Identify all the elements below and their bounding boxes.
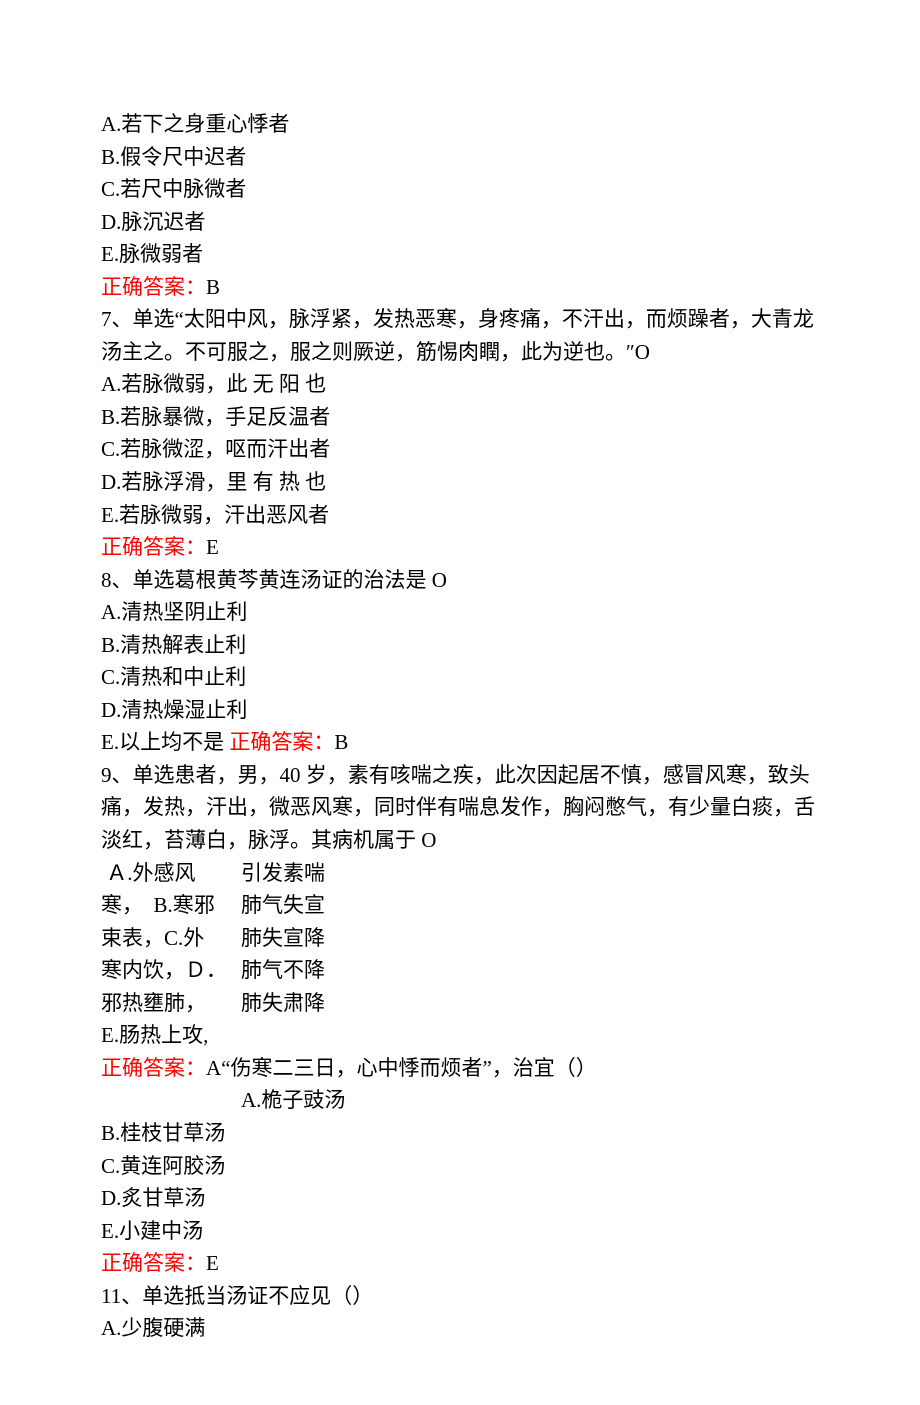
q10-option-b: B.桂枝甘草汤 bbox=[101, 1117, 819, 1150]
answer-value: B bbox=[334, 730, 348, 754]
q10-option-e: E.小建中汤 bbox=[101, 1215, 819, 1248]
q8-option-a: A.清热坚阴止利 bbox=[101, 596, 819, 629]
q9-col1-b: 寒， B.寒邪 bbox=[101, 889, 241, 922]
answer-label: 正确答案： bbox=[101, 1251, 206, 1275]
q6-option-c: C.若尺中脉微者 bbox=[101, 173, 819, 206]
q9-col1-d: 寒内饮，Ｄ． bbox=[101, 954, 241, 987]
q9-stem-line-3: 淡红，苔薄白，脉浮。其病机属于 O bbox=[101, 824, 819, 857]
q6-option-d: D.脉沉迟者 bbox=[101, 206, 819, 239]
q9-stem-line-1: 9、单选患者，男，40 岁，素有咳喘之疾，此次因起居不慎，感冒风寒，致头 bbox=[101, 759, 819, 792]
q7-stem-line-2: 汤主之。不可服之，服之则厥逆，筋惕肉瞤，此为逆也。″O bbox=[101, 336, 819, 369]
q7-answer: 正确答案：E bbox=[101, 531, 819, 564]
q10-answer: 正确答案：E bbox=[101, 1247, 819, 1280]
q9-option-f: E.肠热上攻, bbox=[101, 1019, 819, 1052]
q9-stem-line-2: 痛，发热，汗出，微恶风寒，同时伴有喘息发作，胸闷憋气，有少量白痰，舌 bbox=[101, 791, 819, 824]
q9-row-d: 寒内饮，Ｄ．肺气不降 bbox=[101, 954, 819, 987]
q9-row-b: 寒， B.寒邪肺气失宣 bbox=[101, 889, 819, 922]
answer-label: 正确答案： bbox=[101, 1056, 206, 1080]
answer-label: 正确答案： bbox=[229, 730, 334, 754]
q8-stem: 8、单选葛根黄芩黄连汤证的治法是 O bbox=[101, 564, 819, 597]
q7-option-a: A.若脉微弱，此 无 阳 也 bbox=[101, 368, 819, 401]
q8-option-e-answer: E.以上均不是 正确答案：B bbox=[101, 726, 819, 759]
q9-col2-e: 肺失肃降 bbox=[241, 991, 325, 1015]
q6-answer: 正确答案：B bbox=[101, 271, 819, 304]
q7-option-c: C.若脉微涩，呕而汗出者 bbox=[101, 433, 819, 466]
q9-col2-b: 肺气失宣 bbox=[241, 893, 325, 917]
q9-row-c: 束表，C.外肺失宣降 bbox=[101, 922, 819, 955]
q10-option-d: D.炙甘草汤 bbox=[101, 1182, 819, 1215]
q9-col2-d: 肺气不降 bbox=[241, 958, 325, 982]
q9-col2-a: 引发素喘 bbox=[241, 861, 325, 885]
answer-value: A bbox=[206, 1056, 221, 1080]
q10-option-a: A.桅子豉汤 bbox=[101, 1084, 819, 1117]
q9-row-a: Ａ.外感风引发素喘 bbox=[101, 857, 819, 890]
answer-value: E bbox=[206, 535, 219, 559]
q8-option-d: D.清热燥湿止利 bbox=[101, 694, 819, 727]
answer-label: 正确答案： bbox=[101, 535, 206, 559]
q11-stem: 11、单选抵当汤证不应见（） bbox=[101, 1280, 819, 1313]
q6-option-e: E.脉微弱者 bbox=[101, 238, 819, 271]
q7-option-b: B.若脉暴微，手足反温者 bbox=[101, 401, 819, 434]
q9-answer-and-q10-stem: 正确答案：A“伤寒二三日，心中悸而烦者”，治宜（） bbox=[101, 1052, 819, 1085]
q7-option-e: E.若脉微弱，汗出恶风者 bbox=[101, 499, 819, 532]
q10-stem: “伤寒二三日，心中悸而烦者”，治宜（） bbox=[221, 1056, 597, 1080]
answer-value: B bbox=[206, 275, 220, 299]
q8-option-c: C.清热和中止利 bbox=[101, 661, 819, 694]
q9-row-e: 邪热壅肺，肺失肃降 bbox=[101, 987, 819, 1020]
q9-col2-c: 肺失宣降 bbox=[241, 926, 325, 950]
q9-col1-e: 邪热壅肺， bbox=[101, 987, 241, 1020]
answer-label: 正确答案： bbox=[101, 275, 206, 299]
q7-stem-line-1: 7、单选“太阳中风，脉浮紧，发热恶寒，身疼痛，不汗出，而烦躁者，大青龙 bbox=[101, 303, 819, 336]
q8-option-b: B.清热解表止利 bbox=[101, 629, 819, 662]
q6-option-b: B.假令尺中迟者 bbox=[101, 141, 819, 174]
q10-option-c: C.黄连阿胶汤 bbox=[101, 1150, 819, 1183]
q6-option-a: A.若下之身重心悸者 bbox=[101, 108, 819, 141]
q7-option-d: D.若脉浮滑，里 有 热 也 bbox=[101, 466, 819, 499]
q9-col1-a: Ａ.外感风 bbox=[101, 857, 241, 890]
q10-opt-a-text: A.桅子豉汤 bbox=[241, 1088, 345, 1112]
q11-option-a: A.少腹硬满 bbox=[101, 1312, 819, 1345]
answer-value: E bbox=[206, 1251, 219, 1275]
q8-option-e-prefix: E.以上均不是 bbox=[101, 730, 229, 754]
q9-col1-c: 束表，C.外 bbox=[101, 922, 241, 955]
